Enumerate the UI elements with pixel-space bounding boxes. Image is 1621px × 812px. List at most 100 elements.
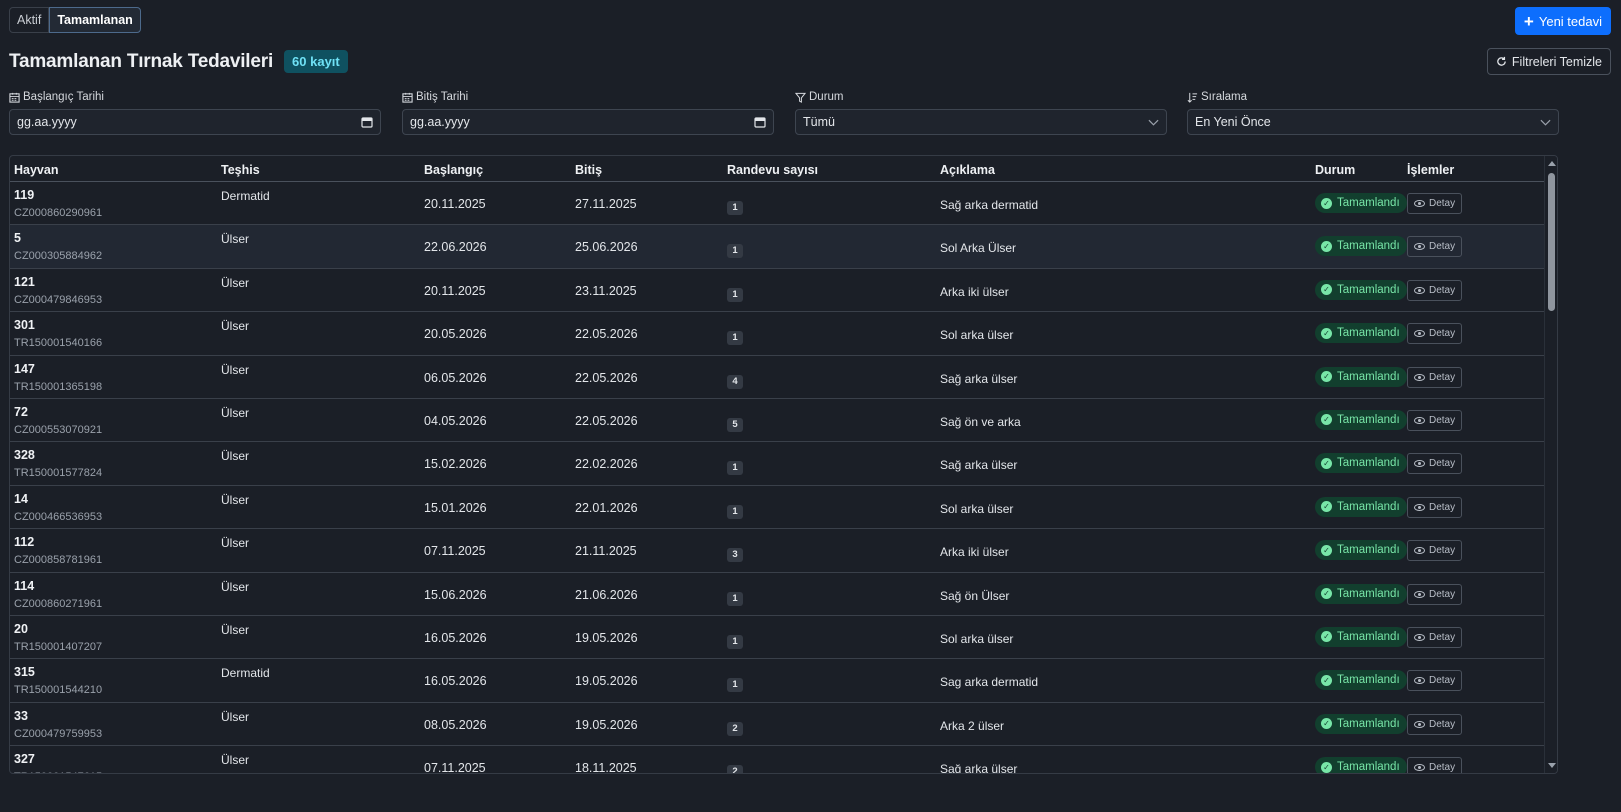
check-circle-icon: ✓: [1321, 631, 1332, 643]
start-date-cell: 20.05.2026: [424, 327, 487, 342]
appointments-cell: 1: [727, 198, 743, 215]
actions-cell: Detay: [1407, 323, 1463, 345]
start-date-field[interactable]: [9, 109, 381, 135]
eye-icon: [1414, 677, 1425, 685]
actions-cell: Detay: [1407, 583, 1463, 605]
detail-button[interactable]: Detay: [1407, 409, 1463, 431]
actions-cell: Detay: [1407, 193, 1463, 214]
animal-cell: 315 TR150001544210: [14, 665, 102, 696]
description-cell: Sol arka ülser: [940, 631, 1014, 646]
detail-button[interactable]: Detay: [1407, 496, 1463, 518]
detail-button[interactable]: Detay: [1407, 453, 1463, 475]
appointments-cell: 1: [727, 285, 743, 302]
detail-label: Detay: [1429, 588, 1456, 600]
filter-end-date: Bitiş Tarihi: [402, 91, 774, 135]
table-row: 328 TR150001577824 Ülser 15.02.2026 22.02.20…: [10, 442, 1557, 486]
appointments-cell: 1: [727, 589, 743, 606]
calendar-icon[interactable]: [361, 116, 373, 128]
diagnosis-cell: Dermatid: [221, 189, 270, 203]
check-circle-icon: ✓: [1321, 588, 1332, 600]
filter-status: Durum Tümü: [795, 91, 1167, 135]
description-cell: Sağ arka dermatid: [940, 198, 1039, 212]
vertical-scrollbar[interactable]: [1544, 156, 1557, 773]
end-date-field[interactable]: [402, 109, 774, 135]
column-header-appointments: Randevu sayısı: [727, 163, 819, 177]
status-label: Tamamlandı: [1337, 587, 1400, 600]
treatments-table: Hayvan Teşhis Başlangıç Bitiş Randevu sa…: [9, 155, 1558, 774]
calendar-icon[interactable]: [754, 116, 766, 128]
scroll-down-arrow-icon[interactable]: [1548, 763, 1556, 768]
detail-button[interactable]: Detay: [1407, 670, 1463, 692]
appointment-count-badge: 1: [727, 504, 743, 519]
detail-button[interactable]: Detay: [1407, 279, 1463, 301]
detail-button[interactable]: Detay: [1407, 540, 1463, 562]
status-select[interactable]: Tümü: [795, 109, 1167, 135]
status-label: Tamamlandı: [1337, 674, 1400, 687]
status-badge: ✓ Tamamlandı: [1315, 540, 1407, 561]
scrollbar-thumb[interactable]: [1548, 173, 1555, 311]
new-treatment-button[interactable]: + Yeni tedavi: [1514, 7, 1611, 35]
end-date-cell: 22.05.2026: [575, 413, 638, 428]
appointments-cell: 1: [727, 502, 743, 519]
sort-icon: [1187, 92, 1198, 103]
column-header-end: Bitiş: [575, 163, 603, 177]
animal-cell: 33 CZ000479759953: [14, 709, 102, 740]
end-date-label: Bitiş Tarihi: [416, 91, 469, 103]
detail-button[interactable]: Detay: [1407, 713, 1463, 735]
detail-button[interactable]: Detay: [1407, 323, 1463, 345]
detail-button[interactable]: Detay: [1407, 757, 1463, 773]
actions-cell: Detay: [1407, 757, 1463, 773]
check-circle-icon: ✓: [1321, 457, 1332, 469]
table-row: 33 CZ000479759953 Ülser 08.05.2026 19.05.202…: [10, 703, 1557, 747]
status-label: Tamamlandı: [1337, 370, 1400, 383]
end-date-input[interactable]: [410, 115, 710, 129]
eye-icon: [1414, 460, 1425, 468]
detail-button[interactable]: Detay: [1407, 583, 1463, 605]
status-badge: ✓ Tamamlandı: [1315, 583, 1407, 604]
diagnosis-cell: Ülser: [221, 449, 250, 464]
table-row: 119 CZ000860290961 Dermatid 20.11.2025 27.11…: [10, 182, 1557, 226]
funnel-icon: [795, 92, 806, 103]
detail-label: Detay: [1429, 458, 1456, 470]
table-body: 119 CZ000860290961 Dermatid 20.11.2025 27.11…: [10, 182, 1557, 773]
start-date-label: Başlangıç Tarihi: [23, 91, 104, 103]
sort-select[interactable]: En Yeni Önce: [1187, 109, 1559, 135]
diagnosis-cell: Ülser: [221, 753, 250, 768]
eye-icon: [1414, 243, 1425, 251]
start-date-input[interactable]: [17, 115, 317, 129]
animal-cell: 147 TR150001365198: [14, 362, 102, 393]
tab-active[interactable]: Aktif: [9, 7, 50, 33]
scroll-up-arrow-icon[interactable]: [1548, 161, 1556, 166]
detail-button[interactable]: Detay: [1407, 236, 1463, 258]
animal-ear-tag: CZ000479846953: [14, 293, 103, 306]
chevron-down-icon: [1148, 119, 1159, 126]
description-cell: Sol arka ülser: [940, 328, 1014, 343]
actions-cell: Detay: [1407, 670, 1463, 692]
detail-button[interactable]: Detay: [1407, 626, 1463, 648]
description-cell: Arka iki ülser: [940, 545, 1009, 560]
animal-cell: 327 TR150001547615: [14, 752, 102, 773]
start-date-cell: 04.05.2026: [424, 413, 487, 428]
eye-icon: [1414, 330, 1425, 338]
detail-label: Detay: [1429, 631, 1456, 643]
animal-cell: 20 TR150001407207: [14, 622, 102, 653]
status-badge: ✓ Tamamlandı: [1315, 670, 1407, 691]
detail-button[interactable]: Detay: [1407, 366, 1463, 388]
status-cell: ✓ Tamamlandı: [1315, 409, 1407, 430]
status-badge: ✓ Tamamlandı: [1315, 409, 1407, 430]
appointments-cell: 1: [727, 458, 743, 476]
clear-filters-button[interactable]: Filtreleri Temizle: [1486, 48, 1611, 75]
table-row: 315 TR150001544210 Dermatid 16.05.2026 19.05…: [10, 659, 1557, 703]
detail-label: Detay: [1429, 198, 1456, 209]
animal-cell: 14 CZ000466536953: [14, 492, 102, 523]
animal-ear-tag: TR150001407207: [14, 640, 103, 653]
page-title: Tamamlanan Tırnak Tedavileri: [9, 50, 274, 72]
status-label: Tamamlandı: [1337, 717, 1400, 730]
end-date-cell: 22.02.2026: [575, 457, 638, 472]
detail-button[interactable]: Detay: [1407, 193, 1463, 214]
animal-number: 20: [14, 621, 28, 636]
appointment-count-badge: 4: [727, 374, 743, 389]
diagnosis-cell: Dermatid: [221, 666, 270, 681]
tab-completed[interactable]: Tamamlanan: [49, 7, 141, 33]
table-row: 327 TR150001547615 Ülser 07.11.2025 18.11.20…: [10, 746, 1557, 773]
